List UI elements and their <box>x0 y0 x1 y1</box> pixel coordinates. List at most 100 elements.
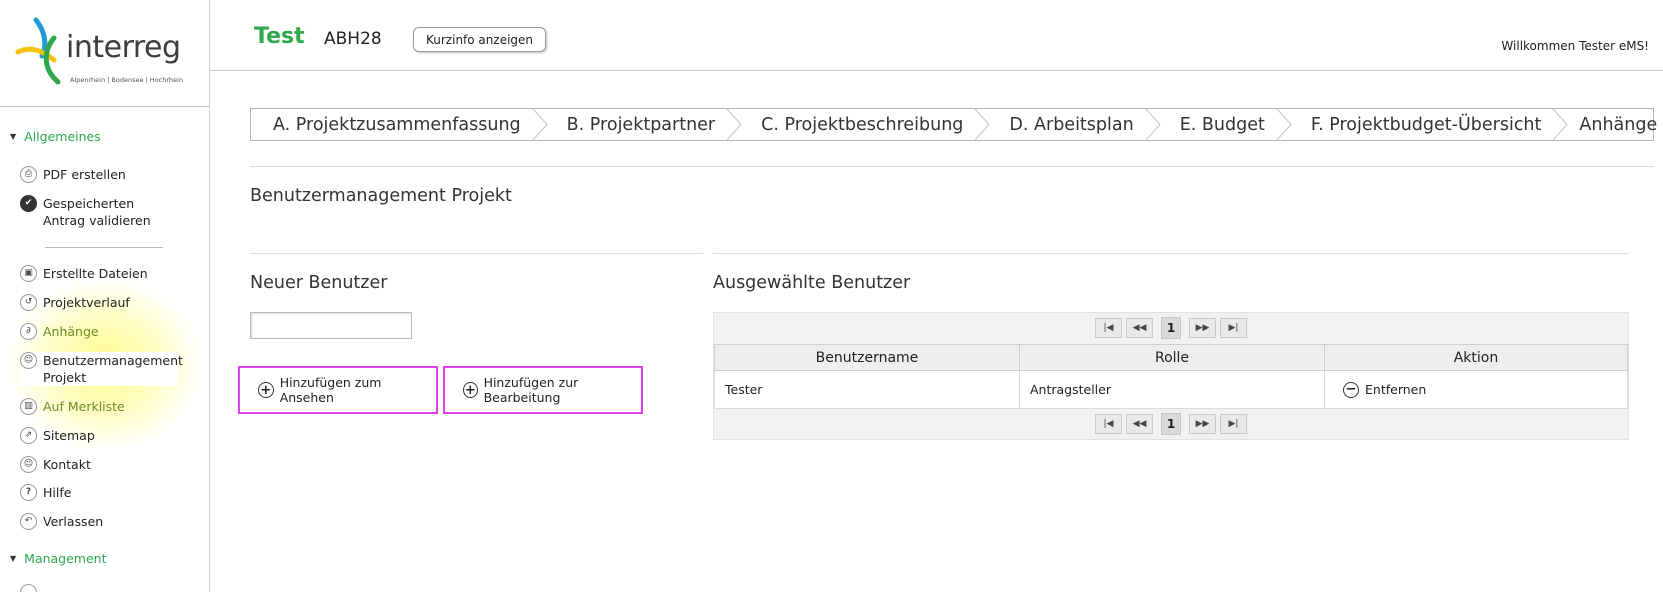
circle-icon <box>20 584 37 592</box>
sidebar-item-label: Erstellte Dateien <box>43 266 148 281</box>
sidebar-item-label: Anhänge <box>43 324 99 339</box>
sidebar-item-label: Hilfe <box>43 485 72 500</box>
user-icon: ☺ <box>20 352 37 369</box>
sidebar-item-label: Benutzermanagement Projekt <box>43 353 183 385</box>
section-allgemeines-label: Allgemeines <box>24 129 101 144</box>
tab-arbeitsplan[interactable]: D. Arbeitsplan <box>987 109 1161 140</box>
sidebar-item-help[interactable]: ? Hilfe <box>20 484 71 501</box>
history-icon: ↺ <box>20 294 37 311</box>
column-header-username[interactable]: Benutzername <box>714 344 1020 371</box>
sidebar-item-label: Auf Merkliste <box>43 399 125 414</box>
first-page-button[interactable]: |◀ <box>1095 414 1122 434</box>
users-table: Benutzername Rolle Aktion Tester Antrags… <box>714 344 1628 409</box>
tab-label: Anhänge <box>1579 114 1658 135</box>
column-header-role[interactable]: Rolle <box>1019 344 1325 371</box>
sidebar-item-files[interactable]: ▣ Erstellte Dateien <box>20 265 148 282</box>
sidebar-item-label: Verlassen <box>43 514 104 529</box>
last-page-button[interactable]: ▶| <box>1220 318 1247 338</box>
tab-label: A. Projektzusammenfassung <box>273 114 521 135</box>
plus-icon: + <box>463 382 478 398</box>
sidebar-item-attachments[interactable]: ∂ Anhänge <box>20 323 99 340</box>
bookmark-icon: ▥ <box>20 398 37 415</box>
divider <box>250 166 1654 167</box>
prev-page-button[interactable]: ◀◀ <box>1126 318 1153 338</box>
tab-label: D. Arbeitsplan <box>1009 114 1134 135</box>
tab-anhaenge[interactable]: Anhänge <box>1565 109 1663 140</box>
selected-users-grid: |◀ ◀◀ 1 ▶▶ ▶| Benutzername Rolle Aktion … <box>713 312 1629 440</box>
tab-label: F. Projektbudget-Übersicht <box>1310 114 1542 135</box>
next-page-button[interactable]: ▶▶ <box>1189 414 1216 434</box>
minus-icon: − <box>1343 381 1359 398</box>
divider <box>250 253 703 254</box>
sidebar-item-history[interactable]: ↺ Projektverlauf <box>20 294 130 311</box>
sidebar-item-watchlist[interactable]: ▥ Auf Merkliste <box>20 398 125 415</box>
logo-mark-icon <box>15 17 61 85</box>
table-header-row: Benutzername Rolle Aktion <box>714 344 1628 371</box>
external-link-icon: ⇗ <box>20 427 37 444</box>
first-page-button[interactable]: |◀ <box>1095 318 1122 338</box>
exit-icon: ↶ <box>20 513 37 530</box>
caret-down-icon: ▼ <box>10 554 17 563</box>
page-number[interactable]: 1 <box>1161 317 1181 339</box>
new-user-heading: Neuer Benutzer <box>250 273 388 293</box>
tab-label: E. Budget <box>1179 114 1265 135</box>
cell-username: Tester <box>714 370 1020 409</box>
remove-label: Entfernen <box>1365 382 1427 398</box>
prev-page-button[interactable]: ◀◀ <box>1126 414 1153 434</box>
contact-icon: ☺ <box>20 456 37 473</box>
caret-down-icon: ▼ <box>10 132 17 141</box>
tab-projektzusammenfassung[interactable]: A. Projektzusammenfassung <box>251 109 548 140</box>
add-view-label: Hinzufügen zum Ansehen <box>279 375 382 405</box>
step-navigation: A. Projektzusammenfassung B. Projektpart… <box>250 108 1657 141</box>
selected-users-heading: Ausgewählte Benutzer <box>713 273 911 293</box>
cell-action: − Entfernen <box>1324 370 1628 409</box>
pager-bottom: |◀ ◀◀ 1 ▶▶ ▶| <box>714 409 1628 439</box>
sidebar-item-validate[interactable]: ✔ Gespeicherten Antrag validieren <box>20 195 170 229</box>
tab-label: C. Projektbeschreibung <box>761 114 964 135</box>
printer-icon: ⎙ <box>20 166 37 183</box>
add-view-button[interactable]: + Hinzufügen zum Ansehen <box>238 366 438 414</box>
sidebar-item-label: Gespeicherten Antrag validieren <box>43 196 151 228</box>
tab-budget[interactable]: E. Budget <box>1158 109 1292 140</box>
project-code: ABH28 <box>324 29 382 49</box>
add-edit-label: Hinzufügen zur Bearbeitung <box>483 375 579 405</box>
help-icon: ? <box>20 484 37 501</box>
add-edit-button[interactable]: + Hinzufügen zur Bearbeitung <box>443 366 643 414</box>
plus-icon: + <box>258 382 274 398</box>
sidebar: interreg Alpenrhein | Bodensee | Hochrhe… <box>0 0 210 592</box>
tab-projektpartner[interactable]: B. Projektpartner <box>545 109 742 140</box>
interreg-logo[interactable]: interreg Alpenrhein | Bodensee | Hochrhe… <box>14 14 194 94</box>
tab-projektbeschreibung[interactable]: C. Projektbeschreibung <box>739 109 991 140</box>
last-page-button[interactable]: ▶| <box>1220 414 1247 434</box>
section-allgemeines[interactable]: ▼ Allgemeines <box>10 129 101 144</box>
save-icon: ▣ <box>20 265 37 282</box>
sidebar-item-user-management[interactable]: ☺ Benutzermanagement Projekt <box>20 352 183 386</box>
sidebar-item-contact[interactable]: ☺ Kontakt <box>20 456 91 473</box>
table-row: Tester Antragsteller − Entfernen <box>714 370 1628 409</box>
sidebar-item-label: Projektverlauf <box>43 295 130 310</box>
sidebar-item-pdf[interactable]: ⎙ PDF erstellen <box>20 166 126 183</box>
cell-role: Antragsteller <box>1019 370 1325 409</box>
show-info-button[interactable]: Kurzinfo anzeigen <box>413 27 547 52</box>
new-user-input[interactable] <box>250 312 412 339</box>
sidebar-item-label: Kontakt <box>43 457 91 472</box>
logo-subtitle: Alpenrhein | Bodensee | Hochrhein <box>70 76 183 84</box>
sidebar-item-label: PDF erstellen <box>43 167 126 182</box>
logo-wordmark: interreg <box>66 30 181 65</box>
tab-projektbudget-uebersicht[interactable]: F. Projektbudget-Übersicht <box>1289 109 1569 140</box>
check-circle-icon: ✔ <box>20 195 37 212</box>
sidebar-divider <box>0 106 209 107</box>
sidebar-item-exit[interactable]: ↶ Verlassen <box>20 513 103 530</box>
sidebar-item-partial[interactable] <box>20 584 37 592</box>
section-management[interactable]: ▼ Management <box>10 551 107 566</box>
remove-user-button[interactable]: − Entfernen <box>1335 381 1427 398</box>
tab-label: B. Projektpartner <box>566 114 716 135</box>
section-management-label: Management <box>24 551 107 566</box>
column-header-action[interactable]: Aktion <box>1324 344 1628 371</box>
next-page-button[interactable]: ▶▶ <box>1189 318 1216 338</box>
project-title: Test <box>254 24 305 49</box>
welcome-text: Willkommen Tester eMS! <box>1501 39 1649 53</box>
page-number[interactable]: 1 <box>1161 413 1181 435</box>
sidebar-item-sitemap[interactable]: ⇗ Sitemap <box>20 427 95 444</box>
paperclip-icon: ∂ <box>20 323 37 340</box>
